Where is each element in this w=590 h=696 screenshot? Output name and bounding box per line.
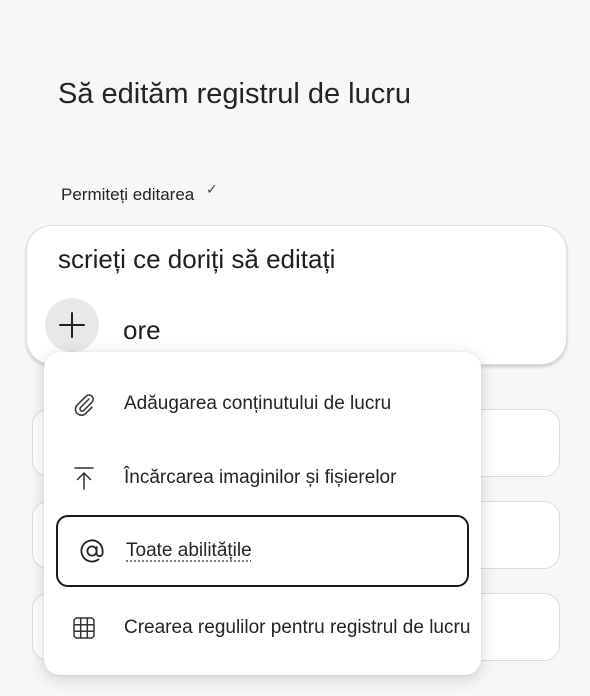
add-button[interactable] [45,298,99,352]
menu-item-create-rules[interactable]: Crearea regulilor pentru registrul de lu… [44,592,481,664]
menu-item-add-work-content[interactable]: Adăugarea conținutului de lucru [44,368,481,440]
menu-item-label: Adăugarea conținutului de lucru [124,393,392,414]
more-options[interactable]: ore [123,315,161,346]
menu-item-label: Toate abilitățile [126,540,252,561]
menu-item-all-skills[interactable]: Toate abilitățile [56,515,469,587]
menu-item-upload-files[interactable]: Încărcarea imaginilor și fișierelor [44,442,481,514]
composer: scrieți ce doriți să editați ore [26,225,567,365]
menu-item-label: Crearea regulilor pentru registrul de lu… [124,617,471,638]
prompt-input[interactable]: scrieți ce doriți să editați [58,244,335,275]
menu-item-label: Încărcarea imaginilor și fișierelor [124,467,397,488]
plus-icon [59,312,85,338]
permission-toggle[interactable]: Permiteți editarea ✓ [61,181,218,205]
upload-icon [44,465,124,491]
permission-label: Permiteți editarea [61,185,195,204]
paperclip-icon [44,391,124,417]
page-title: Să edităm registrul de lucru [58,78,411,110]
at-sign-icon [58,537,126,565]
context-menu: Adăugarea conținutului de lucru Încărcar… [44,352,481,675]
table-grid-icon [44,615,124,641]
check-icon: ✓ [206,181,218,197]
